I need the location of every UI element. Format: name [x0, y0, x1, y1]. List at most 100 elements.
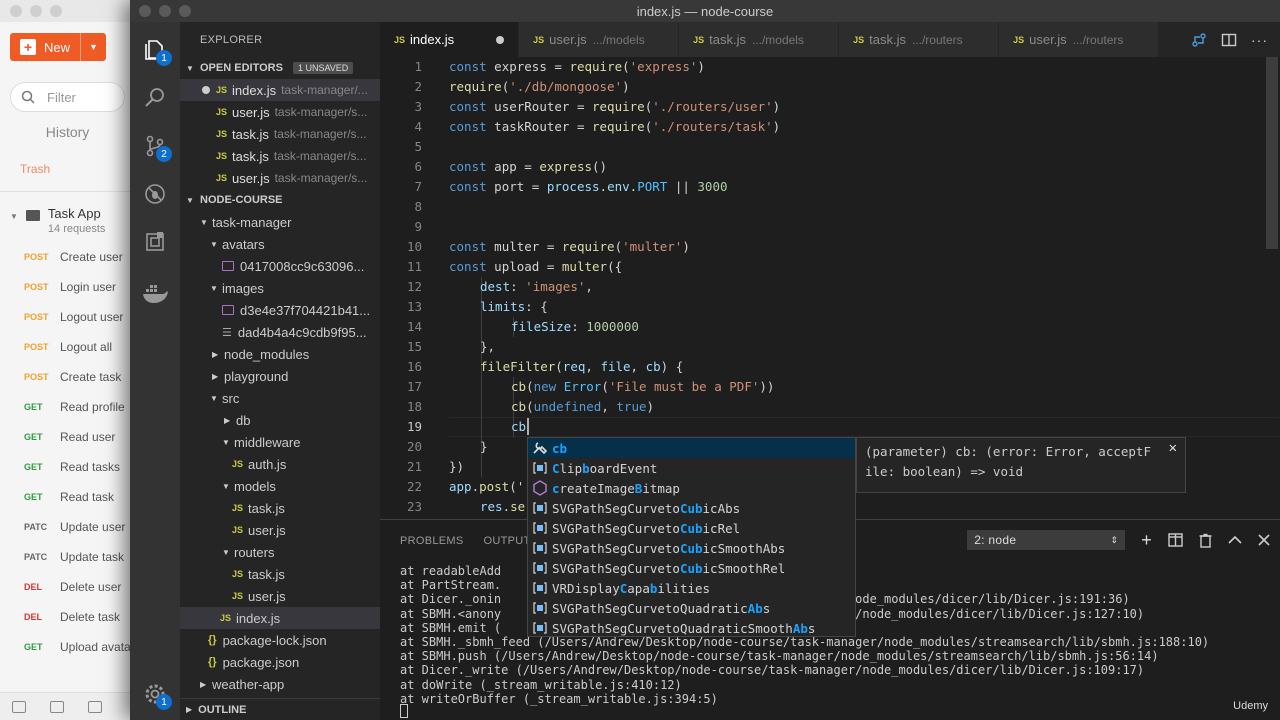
folder-src[interactable]: ▼ src	[180, 387, 380, 409]
more-actions-icon[interactable]: ···	[1251, 32, 1268, 48]
extensions-activity[interactable]	[130, 218, 180, 266]
collection-task-app[interactable]: ▼ Task App 14 requests	[0, 192, 135, 242]
docker-activity[interactable]	[130, 270, 180, 318]
window-close-dot[interactable]	[10, 5, 22, 17]
tab-index-js[interactable]: JS index.js	[380, 22, 520, 57]
suggestion-item[interactable]: SVGPathSegCurveto Quadratic Ab s	[528, 598, 855, 618]
open-editors-header[interactable]: ▼ OPEN EDITORS 1 UNSAVED	[180, 57, 380, 79]
chevron-down-icon[interactable]: ▼	[80, 33, 106, 61]
request-item[interactable]: DEL Delete task	[0, 602, 135, 632]
filter-input[interactable]: Filter	[10, 82, 125, 112]
tab-task-js-models[interactable]: JS task.js .../models	[679, 22, 840, 57]
add-terminal-icon[interactable]: +	[1141, 531, 1152, 549]
request-item[interactable]: POST Create user	[0, 242, 135, 272]
file-models-user-js[interactable]: JS user.js	[180, 519, 380, 541]
request-item[interactable]: GET Read tasks	[0, 452, 135, 482]
request-item[interactable]: PATC Update user	[0, 512, 135, 542]
unsaved-dot-icon[interactable]	[202, 86, 210, 94]
sidebar-toggle-icon[interactable]	[12, 700, 26, 713]
suggestion-item[interactable]: SVGPathSegCurveto Cub icSmoothAbs	[528, 538, 855, 558]
new-button[interactable]: + New ▼	[10, 33, 106, 61]
request-item[interactable]: POST Logout all	[0, 332, 135, 362]
request-item[interactable]: DEL Delete user	[0, 572, 135, 602]
folder-weather-app[interactable]: ▶ weather-app	[180, 673, 380, 695]
trash-link[interactable]: Trash	[0, 162, 135, 192]
folder-node-modules[interactable]: ▶ node_modules	[180, 343, 380, 365]
open-editor-item[interactable]: JS user.js task-manager/s...	[180, 101, 380, 123]
folder-db[interactable]: ▶ db	[180, 409, 380, 431]
folder-routers[interactable]: ▼ routers	[180, 541, 380, 563]
close-icon[interactable]	[1258, 534, 1270, 546]
explorer-activity[interactable]: 1	[130, 26, 180, 74]
request-item[interactable]: PATC Update task	[0, 542, 135, 572]
js-file-icon: JS	[232, 591, 244, 601]
folder-models[interactable]: ▼ models	[180, 475, 380, 497]
trash-icon[interactable]	[1199, 533, 1212, 548]
file-image-2[interactable]: ☰ dad4b4a4c9cdb9f95...	[180, 321, 380, 343]
settings-activity[interactable]: 1	[130, 670, 180, 718]
text-file-icon: ☰	[222, 326, 232, 339]
suggestion-item[interactable]: SVGPathSegCurveto QuadraticSmooth Ab s	[528, 618, 855, 638]
suggestion-item[interactable]: cb	[528, 438, 855, 458]
request-item[interactable]: GET Read task	[0, 482, 135, 512]
suggestion-item[interactable]: SVGPathSegCurveto Cub icSmoothRel	[528, 558, 855, 578]
request-item[interactable]: POST Login user	[0, 272, 135, 302]
chevron-down-icon[interactable]: ▼	[10, 212, 18, 242]
file-routers-user-js[interactable]: JS user.js	[180, 585, 380, 607]
file-auth-js[interactable]: JS auth.js	[180, 453, 380, 475]
project-header[interactable]: ▼ NODE-COURSE	[180, 189, 380, 211]
tab-problems[interactable]: PROBLEMS	[400, 535, 464, 547]
request-item[interactable]: GET Read profile	[0, 392, 135, 422]
file-package-lock-json[interactable]: {} package-lock.json	[180, 629, 380, 651]
chevron-up-icon[interactable]	[1228, 535, 1242, 545]
file-package-json[interactable]: {} package.json	[180, 651, 380, 673]
file-image-1[interactable]: d3e4e37f704421b41...	[180, 299, 380, 321]
folder-images[interactable]: ▼ images	[180, 277, 380, 299]
search-icon[interactable]	[50, 700, 64, 713]
request-item[interactable]: POST Create task	[0, 362, 135, 392]
suggestion-item[interactable]: SVGPathSegCurveto Cub icAbs	[528, 498, 855, 518]
file-models-task-js[interactable]: JS task.js	[180, 497, 380, 519]
open-changes-icon[interactable]	[1191, 32, 1207, 48]
suggestion-item[interactable]: Clip b oardEvent	[528, 458, 855, 478]
unsaved-dot-icon[interactable]	[496, 35, 505, 44]
outline-header[interactable]: ▶ OUTLINE	[180, 698, 380, 720]
open-editor-item[interactable]: JS task.js task-manager/s...	[180, 145, 380, 167]
editor-scrollbar[interactable]	[1266, 57, 1278, 249]
request-item[interactable]: GET Read user	[0, 422, 135, 452]
search-activity[interactable]	[130, 74, 180, 122]
folder-playground[interactable]: ▶ playground	[180, 365, 380, 387]
file-routers-task-js[interactable]: JS task.js	[180, 563, 380, 585]
console-icon[interactable]	[88, 700, 102, 713]
tab-output[interactable]: OUTPUT	[484, 535, 531, 547]
js-file-icon: JS	[216, 107, 228, 117]
open-editor-item[interactable]: JS task.js task-manager/s...	[180, 123, 380, 145]
window-zoom-dot[interactable]	[50, 5, 62, 17]
tab-task-js-routers[interactable]: JS task.js .../routers	[839, 22, 1000, 57]
request-name: Update user	[60, 520, 126, 534]
close-icon[interactable]: ✕	[1169, 440, 1177, 456]
open-editor-item[interactable]: JS user.js task-manager/s...	[180, 167, 380, 189]
request-item[interactable]: GET Upload avatar	[0, 632, 135, 662]
tab-history[interactable]: History	[0, 124, 135, 148]
folder-avatars[interactable]: ▼ avatars	[180, 233, 380, 255]
js-file-icon: JS	[232, 459, 244, 469]
split-terminal-icon[interactable]	[1168, 533, 1183, 547]
file-avatar-image[interactable]: 0417008cc9c63096...	[180, 255, 380, 277]
suggestion-item[interactable]: SVGPathSegCurveto Cub icRel	[528, 518, 855, 538]
suggestion-item[interactable]: c reateImage Bitmap	[528, 478, 855, 498]
tab-user-js-models[interactable]: JS user.js .../models	[519, 22, 680, 57]
request-item[interactable]: POST Logout user	[0, 302, 135, 332]
file-index-js[interactable]: JS index.js	[180, 607, 380, 629]
suggestion-item[interactable]: VRDisplay Capa b ilities	[528, 578, 855, 598]
suggestion-list[interactable]: cb Clip b oardEvent c reateImage Bitmap SVGPath…	[527, 437, 856, 637]
split-editor-icon[interactable]	[1221, 32, 1237, 48]
debug-activity[interactable]	[130, 170, 180, 218]
open-editor-item[interactable]: JS index.js task-manager/...	[180, 79, 380, 101]
folder-middleware[interactable]: ▼ middleware	[180, 431, 380, 453]
tab-user-js-routers[interactable]: JS user.js .../routers	[999, 22, 1160, 57]
terminal-select[interactable]: 2: node ⇕	[967, 530, 1126, 550]
window-minimize-dot[interactable]	[30, 5, 42, 17]
folder-task-manager[interactable]: ▼ task-manager	[180, 211, 380, 233]
source-control-activity[interactable]: 2	[130, 122, 180, 170]
